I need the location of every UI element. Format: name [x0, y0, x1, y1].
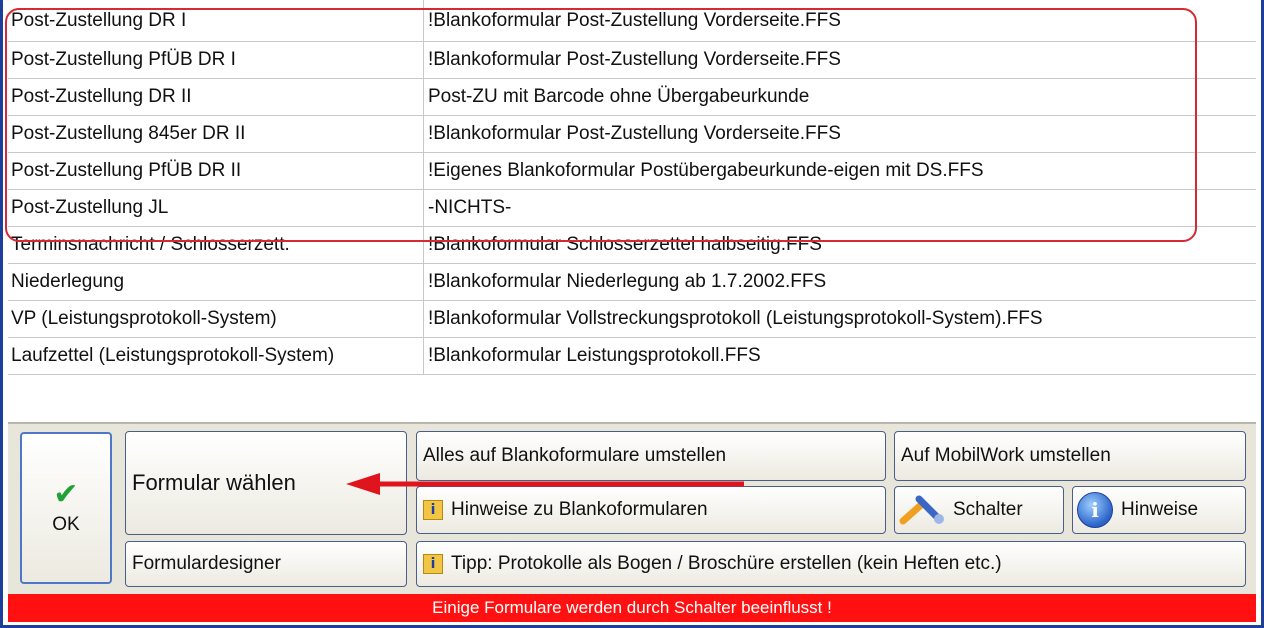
row-form: !Blankoformular Niederlegung ab 1.7.2002… — [428, 271, 827, 292]
table-row[interactable]: Post-Zustellung DR II Post-ZU mit Barcod… — [8, 79, 1256, 116]
row-form: !Blankoformular Vollstreckungsprotokoll … — [428, 308, 1043, 329]
tip-booklet-button[interactable]: i Tipp: Protokolle als Bogen / Broschüre… — [416, 541, 1246, 587]
table-row[interactable]: Terminsnachricht / Schlosserzett. !Blank… — [8, 227, 1256, 264]
mobilwork-button[interactable]: Auf MobilWork umstellen — [894, 431, 1246, 481]
row-form: -NICHTS- — [428, 197, 512, 218]
switch-button[interactable]: Schalter — [894, 486, 1064, 534]
annotation-arrow-icon — [346, 473, 744, 495]
info-circle-icon: i — [1077, 492, 1113, 528]
form-designer-button[interactable]: Formulardesigner — [125, 541, 407, 587]
row-form: !Eigenes Blankoformular Postübergabeurku… — [428, 160, 984, 181]
form-assignment-table: Post-Zustellung DR I !Blankoformular Pos… — [8, 0, 1256, 375]
table-row[interactable]: VP (Leistungsprotokoll-System) !Blankofo… — [8, 301, 1256, 338]
status-text: Einige Formulare werden durch Schalter b… — [432, 598, 832, 617]
blank-forms-hints-label: Hinweise zu Blankoformularen — [451, 499, 708, 520]
row-form: !Blankoformular Post-Zustellung Vorderse… — [428, 9, 841, 31]
table-row[interactable]: Post-Zustellung PfÜB DR II !Eigenes Blan… — [8, 153, 1256, 190]
table-row[interactable]: Laufzettel (Leistungsprotokoll-System) !… — [8, 338, 1256, 375]
switch-label: Schalter — [953, 499, 1023, 520]
row-name: Post-Zustellung DR II — [8, 79, 424, 115]
select-form-label: Formular wählen — [132, 470, 296, 495]
row-name: Post-Zustellung 845er DR II — [8, 116, 424, 152]
row-form: Post-ZU mit Barcode ohne Übergabeurkunde — [428, 86, 810, 107]
ok-button[interactable]: ✔ OK — [20, 432, 112, 584]
mobilwork-label: Auf MobilWork umstellen — [901, 445, 1111, 466]
row-name: Post-Zustellung JL — [8, 190, 424, 226]
wrench-icon — [899, 493, 945, 527]
table-row[interactable]: Post-Zustellung JL -NICHTS- — [8, 190, 1256, 227]
table-row[interactable]: Post-Zustellung PfÜB DR I !Blankoformula… — [8, 42, 1256, 79]
table-row[interactable]: Post-Zustellung DR I !Blankoformular Pos… — [8, 0, 1256, 42]
status-bar: Einige Formulare werden durch Schalter b… — [8, 594, 1256, 622]
tip-booklet-label: Tipp: Protokolle als Bogen / Broschüre e… — [451, 553, 1002, 574]
row-form: !Blankoformular Schlosserzettel halbseit… — [428, 234, 822, 255]
row-name: Post-Zustellung PfÜB DR II — [8, 153, 424, 189]
row-form: !Blankoformular Leistungsprotokoll.FFS — [428, 345, 761, 366]
hints-label: Hinweise — [1121, 499, 1199, 520]
table-row[interactable]: Niederlegung !Blankoformular Niederlegun… — [8, 264, 1256, 301]
hints-button[interactable]: i Hinweise — [1072, 486, 1246, 534]
table-row[interactable]: Post-Zustellung 845er DR II !Blankoformu… — [8, 116, 1256, 153]
row-form: !Blankoformular Post-Zustellung Vorderse… — [428, 123, 841, 144]
row-name: Laufzettel (Leistungsprotokoll-System) — [8, 338, 424, 374]
info-page-icon: i — [423, 554, 443, 574]
row-name: Terminsnachricht / Schlosserzett. — [8, 227, 424, 263]
info-page-icon: i — [423, 500, 443, 520]
ok-label: OK — [52, 514, 80, 535]
checkmark-icon: ✔ — [53, 477, 79, 512]
form-designer-label: Formulardesigner — [132, 553, 281, 574]
row-name: VP (Leistungsprotokoll-System) — [8, 301, 424, 337]
row-form: !Blankoformular Post-Zustellung Vorderse… — [428, 49, 841, 70]
all-blank-forms-label: Alles auf Blankoformulare umstellen — [423, 445, 727, 466]
row-name: Post-Zustellung DR I — [8, 0, 424, 41]
row-name: Niederlegung — [8, 264, 424, 300]
row-name: Post-Zustellung PfÜB DR I — [8, 42, 424, 78]
